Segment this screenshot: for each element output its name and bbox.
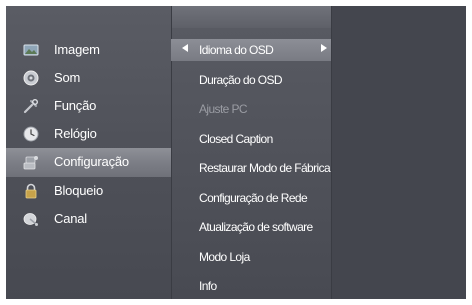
- main-menu-item-som[interactable]: Som: [6, 64, 171, 92]
- arrow-left-icon[interactable]: [182, 44, 188, 52]
- detail-panel: [331, 6, 466, 299]
- main-menu-label: Bloqueio: [54, 183, 103, 198]
- clock-icon: [23, 126, 39, 142]
- settings-icon: [23, 154, 39, 170]
- submenu-item-modo-loja[interactable]: Modo Loja: [171, 246, 331, 268]
- arrow-right-icon[interactable]: [321, 44, 327, 52]
- main-menu-label: Configuração: [54, 154, 129, 169]
- submenu-item-idioma-osd[interactable]: Idioma do OSD: [171, 39, 331, 61]
- submenu-header-bar: [171, 6, 331, 28]
- submenu-label: Configuração de Rede: [199, 191, 308, 205]
- submenu-label: Modo Loja: [199, 250, 250, 264]
- main-menu-item-relogio[interactable]: Relógio: [6, 120, 171, 148]
- main-menu-item-imagem[interactable]: Imagem: [6, 36, 171, 64]
- submenu-label-disabled: Ajuste PC: [199, 102, 248, 116]
- submenu-label: Idioma do OSD: [199, 43, 274, 57]
- main-menu-item-canal[interactable]: Canal: [6, 205, 171, 233]
- main-menu-label: Relógio: [54, 126, 97, 141]
- main-menu-item-funcao[interactable]: Função: [6, 92, 171, 120]
- submenu-label: Closed Caption: [199, 132, 273, 146]
- satellite-dish-icon: [23, 211, 39, 227]
- picture-icon: [23, 42, 39, 58]
- submenu-item-atualizacao-software[interactable]: Atualização de software: [171, 216, 331, 238]
- speaker-icon: [23, 70, 39, 86]
- submenu-item-configuracao-rede[interactable]: Configuração de Rede: [171, 187, 331, 209]
- main-menu-label: Som: [54, 70, 81, 85]
- submenu-label: Info: [199, 279, 217, 293]
- main-menu-item-bloqueio[interactable]: Bloqueio: [6, 177, 171, 205]
- tools-icon: [23, 98, 39, 114]
- main-menu-item-configuracao[interactable]: Configuração: [6, 148, 171, 177]
- submenu-label: Atualização de software: [199, 220, 313, 234]
- submenu-item-restaurar-modo-fabrica[interactable]: Restaurar Modo de Fábrica: [171, 157, 331, 179]
- main-menu-label: Canal: [54, 211, 87, 226]
- submenu-item-info[interactable]: Info: [171, 275, 331, 297]
- osd-menu: Imagem Som Função Relógio Configuração B…: [6, 6, 466, 299]
- main-menu-label: Função: [54, 98, 97, 113]
- submenu-label: Restaurar Modo de Fábrica: [199, 161, 331, 175]
- main-menu-label: Imagem: [54, 42, 100, 57]
- submenu-item-closed-caption[interactable]: Closed Caption: [171, 128, 331, 150]
- submenu-item-duracao-osd[interactable]: Duração do OSD: [171, 69, 331, 91]
- submenu-label: Duração do OSD: [199, 73, 283, 87]
- panel-divider: [331, 6, 332, 299]
- submenu-item-ajuste-pc: Ajuste PC: [171, 98, 331, 120]
- lock-icon: [23, 183, 39, 199]
